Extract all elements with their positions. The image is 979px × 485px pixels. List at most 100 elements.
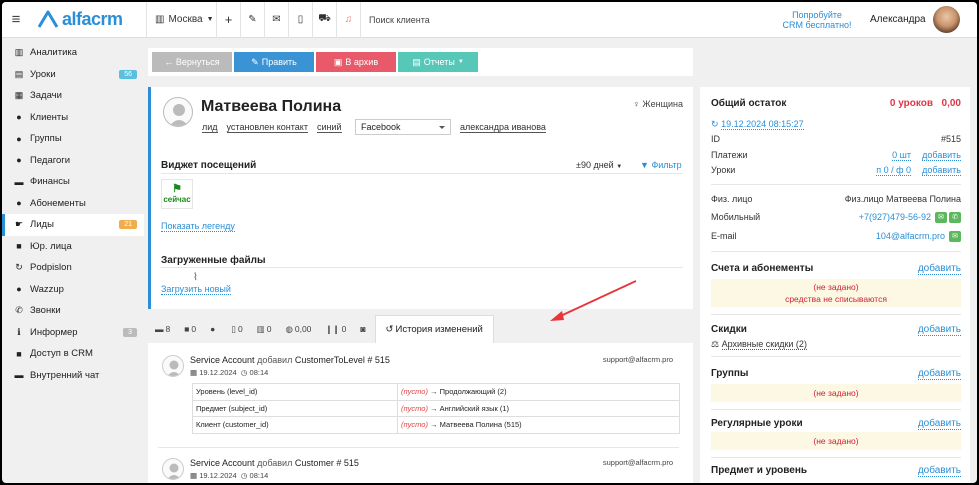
new-value: Матвеева Полина (515) <box>439 420 522 430</box>
user-avatar[interactable] <box>933 6 960 33</box>
field-cell: Предмет (subject_id) <box>192 399 398 417</box>
add-lesson-link[interactable]: добавить <box>922 165 961 176</box>
add-button[interactable]: + <box>216 2 240 38</box>
table-row: Предмет (subject_id) (пусто) → Английский… <box>192 399 680 417</box>
datetime-value[interactable]: 19.12.2024 08:15:27 <box>721 119 804 130</box>
sidebar-item[interactable]: ▦ Задачи <box>2 85 144 107</box>
sidebar-item[interactable]: ↻ Podpislon <box>2 257 144 279</box>
client-photo[interactable] <box>163 97 193 127</box>
tab-history[interactable]: ↺ История изменений <box>374 315 494 343</box>
tab-count: 0 <box>237 324 243 334</box>
whatsapp-icon: ● <box>16 284 22 295</box>
sidebar-item[interactable]: ▬ Финансы <box>2 171 144 193</box>
wrench-icon: ✎ <box>248 14 257 25</box>
logo-text: alfacrm <box>62 9 123 29</box>
tab[interactable]: ▬ 8 <box>148 315 177 343</box>
field-cell: Клиент (customer_id) <box>192 416 398 434</box>
reports-button[interactable]: ▤ Отчеты ▼ <box>398 52 478 72</box>
sidebar-item[interactable]: ● Клиенты <box>2 107 144 129</box>
tab[interactable]: ■ 0 <box>177 315 203 343</box>
branch-select[interactable]: ▥ Москва ▼ <box>146 2 216 38</box>
upload-link[interactable]: Загрузить новый <box>161 284 231 295</box>
back-button[interactable]: ← Вернуться <box>152 52 232 72</box>
tab[interactable]: ◍ 0,00 <box>278 315 318 343</box>
payments-value[interactable]: 0 шт <box>892 150 911 161</box>
user-icon: ● <box>16 112 22 123</box>
chat-icon: ▬ <box>14 370 24 381</box>
edit-label: Править <box>261 57 297 67</box>
cart-button[interactable]: ⛟ <box>312 2 336 38</box>
logo[interactable]: alfacrm <box>37 9 146 30</box>
sidebar-item[interactable]: ■ Юр. лица <box>2 236 144 258</box>
sidebar: ▥ Аналитика ▤ Уроки 56 ▦ Задачи ● Клиенты ● Группы… <box>2 42 144 386</box>
mobile-value[interactable]: +7(927)479-56-92 <box>859 212 931 222</box>
sidebar-item[interactable]: ✆ Звонки <box>2 300 144 322</box>
sidebar-item[interactable]: ● Wazzup <box>2 279 144 301</box>
sidebar-item[interactable]: ● Педагоги <box>2 150 144 172</box>
sidebar-item[interactable]: ℹ Информер 3 <box>2 322 144 344</box>
add-account-link[interactable]: добавить <box>917 263 961 275</box>
show-legend-link[interactable]: Показать легенду <box>161 221 235 232</box>
edit-button[interactable]: ✎ Править <box>234 52 314 72</box>
sidebar-item-label: Группы <box>30 133 62 145</box>
email-value[interactable]: 104@alfacrm.pro <box>876 231 945 241</box>
promo-link[interactable]: Попробуйте CRM бесплатно! <box>772 10 862 30</box>
add-subject-link[interactable]: добавить <box>917 465 961 477</box>
entry-date: 19.12.2024 <box>199 368 237 377</box>
info-icon: ℹ <box>17 326 21 337</box>
user-name[interactable]: Александра <box>870 14 926 25</box>
tab[interactable]: ◙ <box>353 315 374 343</box>
refresh-icon: ↻ <box>711 119 719 129</box>
flag-icon: ⚑ <box>172 183 182 195</box>
money-icon: ▬ <box>14 176 24 187</box>
payments-label: Платежи <box>711 150 748 160</box>
source-select[interactable]: Facebook <box>355 119 451 135</box>
color-tag[interactable]: синий <box>316 122 342 133</box>
mobile-button[interactable]: ▯ <box>288 2 312 38</box>
add-regular-link[interactable]: добавить <box>917 418 961 430</box>
archived-discounts[interactable]: ⚖ Архивные скидки (2) <box>711 339 961 350</box>
divider <box>711 457 961 458</box>
paperclip-icon: ⌇ <box>193 272 198 283</box>
notifications-button[interactable]: ♫ <box>336 2 360 38</box>
search-input[interactable]: Поиск клиента <box>369 15 430 25</box>
stage-tag[interactable]: установлен контакт <box>226 122 308 133</box>
tab[interactable]: ● <box>203 315 224 343</box>
tab[interactable]: ❙❙ 0 <box>318 315 353 343</box>
mail-icon[interactable]: ✉ <box>949 231 961 243</box>
pause-icon: ❙❙ <box>325 323 340 334</box>
old-value: (пусто) <box>401 420 428 430</box>
sidebar-item[interactable]: ■ Доступ в CRM <box>2 343 144 365</box>
change-cell: (пусто) → Матвеева Полина (515) <box>397 416 680 434</box>
sidebar-item[interactable]: ☛ Лиды 21 <box>2 214 144 236</box>
groups-notice: (не задано) <box>711 384 961 402</box>
messages-button[interactable]: ✉ <box>264 2 288 38</box>
add-group-link[interactable]: добавить <box>917 368 961 380</box>
lessons-value[interactable]: п 0 / ф 0 <box>876 165 911 176</box>
sidebar-item[interactable]: ● Группы <box>2 128 144 150</box>
filter-button[interactable]: ▼ Фильтр <box>640 160 682 170</box>
visit-now-cell[interactable]: ⚑ сейчас <box>161 179 193 209</box>
assigned-agent[interactable]: александра иванова <box>460 122 546 133</box>
tab[interactable]: ▯ 0 <box>224 315 249 343</box>
status-tag[interactable]: лид <box>202 122 218 133</box>
add-discount-link[interactable]: добавить <box>917 324 961 336</box>
regular-section: Регулярные уроки добавить <box>711 418 961 430</box>
sidebar-item[interactable]: ● Абонементы <box>2 193 144 215</box>
sidebar-item[interactable]: ▤ Уроки 56 <box>2 64 144 86</box>
client-card: Матвеева Полина ♀ Женщина лид установлен… <box>148 87 693 309</box>
sms-icon[interactable]: ✉ <box>935 212 947 224</box>
graduation-icon: ▤ <box>14 68 24 79</box>
sidebar-item[interactable]: ▥ Аналитика <box>2 42 144 64</box>
range-select[interactable]: ±90 дней ▼ <box>576 160 622 170</box>
call-icon[interactable]: ✆ <box>949 212 961 224</box>
mobile-row: Мобильный +7(927)479-56-92 ✉ ✆ <box>711 212 961 224</box>
accounts-section: Счета и абонементы добавить <box>711 263 961 275</box>
menu-icon[interactable]: ≡ <box>2 11 30 28</box>
tools-button[interactable]: ✎ <box>240 2 264 38</box>
sidebar-item[interactable]: ▬ Внутренний чат <box>2 365 144 387</box>
archive-button[interactable]: ▣ В архив <box>316 52 396 72</box>
search-box[interactable]: Поиск клиента <box>360 2 430 38</box>
add-payment-link[interactable]: добавить <box>922 150 961 161</box>
tab[interactable]: ▥ 0 <box>250 315 279 343</box>
